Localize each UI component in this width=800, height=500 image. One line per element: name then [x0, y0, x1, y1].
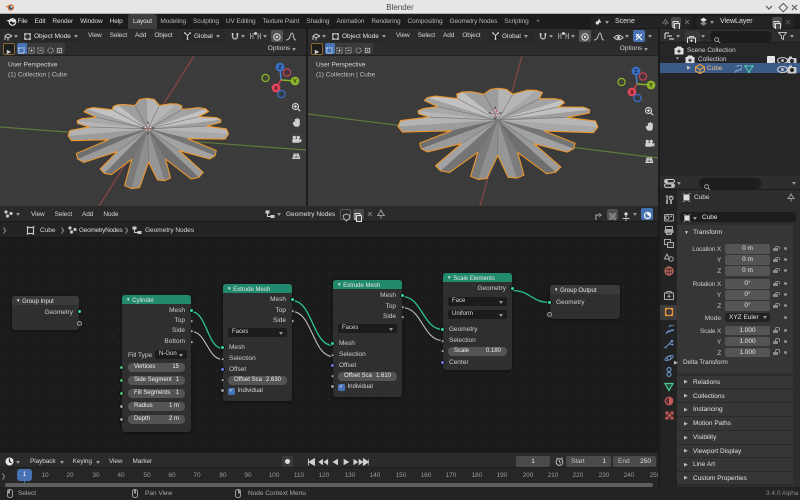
svg-text:(1) Collection | Cube: (1) Collection | Cube	[316, 72, 376, 79]
svg-text:X: X	[630, 90, 634, 96]
svg-text:Y: Y	[293, 79, 297, 85]
svg-text:User Perspective: User Perspective	[8, 62, 58, 69]
svg-text:X: X	[274, 86, 278, 92]
svg-text:User Perspective: User Perspective	[316, 62, 366, 69]
svg-text:Y: Y	[649, 83, 653, 89]
svg-text:(1) Collection | Cube: (1) Collection | Cube	[8, 72, 68, 79]
